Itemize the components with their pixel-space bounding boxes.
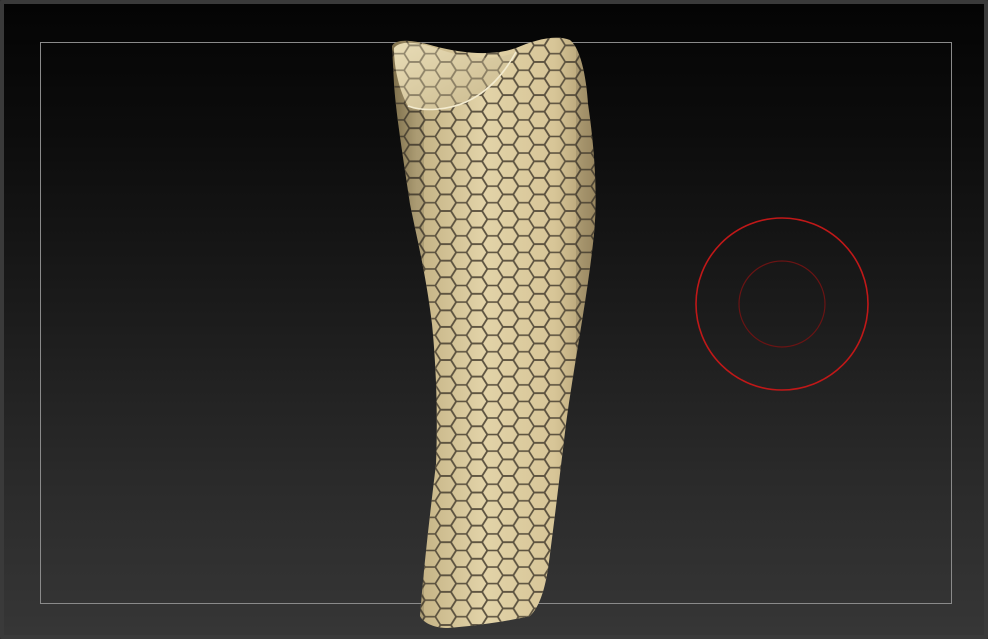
- 3d-viewport[interactable]: [0, 0, 988, 639]
- viewport-scene[interactable]: [4, 4, 988, 639]
- prosthetic-mesh-model: [392, 37, 596, 628]
- brush-radius-icon: [695, 217, 869, 391]
